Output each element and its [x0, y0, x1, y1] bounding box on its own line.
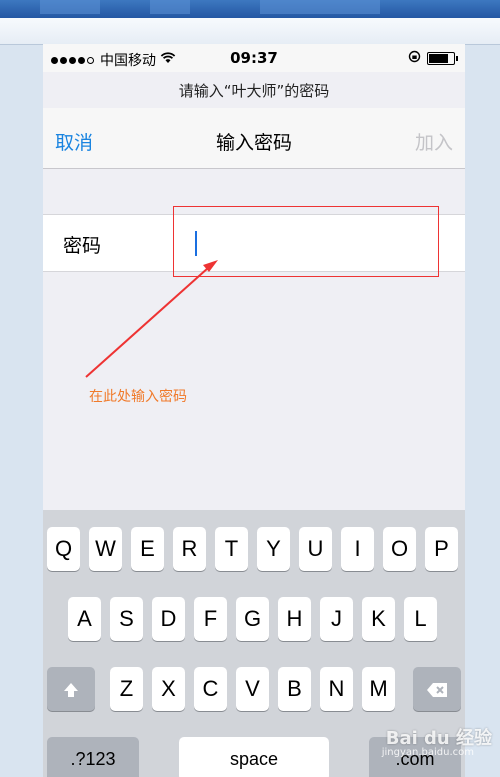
window-titlebar — [0, 0, 500, 18]
key-a[interactable]: A — [68, 597, 101, 641]
key-e[interactable]: E — [131, 527, 164, 571]
key-s[interactable]: S — [110, 597, 143, 641]
numbers-key[interactable]: .?123 — [47, 737, 139, 777]
delete-key[interactable] — [413, 667, 461, 711]
key-d[interactable]: D — [152, 597, 185, 641]
window-toolbar-band — [0, 18, 500, 45]
key-v[interactable]: V — [236, 667, 269, 711]
shift-icon — [62, 667, 80, 711]
delete-icon — [426, 667, 448, 711]
phone-screen: 中国移动 09:37 请输入“叶大师”的密码 取消 输入密码 加入 密码 在此处… — [43, 44, 465, 777]
space-key[interactable]: space — [179, 737, 329, 777]
key-c[interactable]: C — [194, 667, 227, 711]
shift-key[interactable] — [47, 667, 95, 711]
key-z[interactable]: Z — [110, 667, 143, 711]
key-u[interactable]: U — [299, 527, 332, 571]
key-p[interactable]: P — [425, 527, 458, 571]
key-h[interactable]: H — [278, 597, 311, 641]
key-m[interactable]: M — [362, 667, 395, 711]
key-y[interactable]: Y — [257, 527, 290, 571]
baidu-watermark-url: jingyan.baidu.com — [381, 747, 474, 758]
key-g[interactable]: G — [236, 597, 269, 641]
key-r[interactable]: R — [173, 527, 206, 571]
key-j[interactable]: J — [320, 597, 353, 641]
key-b[interactable]: B — [278, 667, 311, 711]
key-o[interactable]: O — [383, 527, 416, 571]
key-k[interactable]: K — [362, 597, 395, 641]
key-l[interactable]: L — [404, 597, 437, 641]
key-x[interactable]: X — [152, 667, 185, 711]
key-t[interactable]: T — [215, 527, 248, 571]
key-i[interactable]: I — [341, 527, 374, 571]
key-q[interactable]: Q — [47, 527, 80, 571]
key-f[interactable]: F — [194, 597, 227, 641]
annotation-hint: 在此处输入密码 — [89, 389, 187, 405]
key-n[interactable]: N — [320, 667, 353, 711]
key-w[interactable]: W — [89, 527, 122, 571]
